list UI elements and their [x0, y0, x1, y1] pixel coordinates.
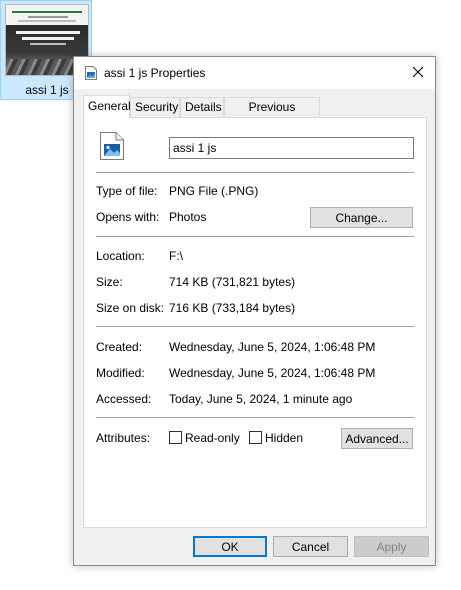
attributes-label: Attributes: [96, 431, 151, 445]
separator [96, 172, 414, 173]
apply-button[interactable]: Apply [354, 536, 429, 557]
image-file-icon [100, 132, 124, 160]
accessed-value: Today, June 5, 2024, 1 minute ago [169, 392, 353, 406]
opens-with-value: Photos [169, 210, 207, 224]
hidden-checkbox[interactable] [249, 431, 262, 444]
image-file-icon [85, 66, 97, 80]
separator [96, 326, 414, 327]
read-only-label[interactable]: Read-only [185, 431, 240, 445]
hidden-label[interactable]: Hidden [265, 431, 303, 445]
accessed-label: Accessed: [96, 392, 152, 406]
location-label: Location: [96, 249, 145, 263]
size-value: 714 KB (731,821 bytes) [169, 275, 296, 289]
tab-previous-versions[interactable]: Previous Versions [224, 97, 320, 132]
created-value: Wednesday, June 5, 2024, 1:06:48 PM [169, 340, 376, 354]
close-icon [412, 66, 424, 81]
file-name-input[interactable]: assi 1 js [169, 137, 414, 159]
location-value: F:\ [169, 249, 183, 263]
ok-button[interactable]: OK [193, 536, 267, 557]
created-label: Created: [96, 340, 143, 354]
screen: assi 1 js assi 1 js Properties General S… [0, 0, 461, 590]
read-only-checkbox[interactable] [169, 431, 182, 444]
separator [96, 236, 414, 237]
modified-label: Modified: [96, 366, 145, 380]
separator [96, 417, 414, 418]
size-label: Size: [96, 275, 123, 289]
tab-general[interactable]: General [83, 95, 131, 118]
properties-dialog: assi 1 js Properties General Security De… [73, 56, 436, 566]
size-on-disk-label: Size on disk: [96, 301, 165, 315]
type-of-file-label: Type of file: [96, 184, 158, 198]
advanced-button[interactable]: Advanced... [341, 428, 413, 449]
tab-security[interactable]: Security [130, 97, 180, 117]
tab-details[interactable]: Details [180, 97, 224, 117]
change-button[interactable]: Change... [310, 207, 413, 228]
type-of-file-value: PNG File (.PNG) [169, 184, 259, 198]
cancel-button[interactable]: Cancel [273, 536, 348, 557]
size-on-disk-value: 716 KB (733,184 bytes) [169, 301, 296, 315]
general-panel: assi 1 js Type of file: PNG File (.PNG) … [83, 117, 427, 528]
opens-with-label: Opens with: [96, 210, 160, 224]
modified-value: Wednesday, June 5, 2024, 1:06:48 PM [169, 366, 376, 380]
title-bar[interactable]: assi 1 js Properties [74, 57, 435, 89]
close-button[interactable] [401, 57, 435, 89]
dialog-title: assi 1 js Properties [104, 66, 206, 80]
